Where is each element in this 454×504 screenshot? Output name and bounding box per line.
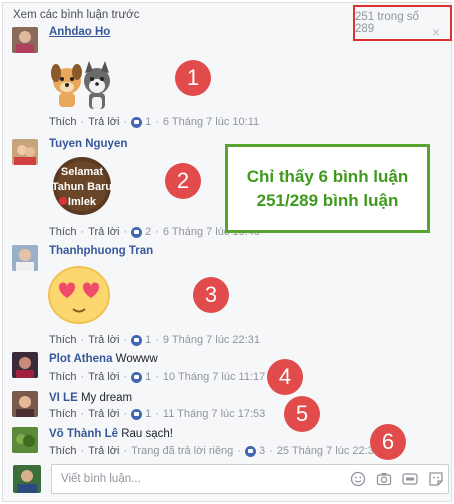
like-count[interactable]: 1	[145, 334, 151, 346]
reply-tools	[350, 471, 444, 487]
comment-input-placeholder: Viết bình luận...	[61, 473, 141, 485]
view-previous-comments-link[interactable]: Xem các bình luận trước	[13, 9, 139, 21]
like-count[interactable]: 1	[145, 116, 151, 128]
avatar[interactable]	[12, 27, 38, 53]
comment-count: 251 trong số 289	[355, 11, 419, 35]
comments-panel: Xem các bình luận trước 251 trong số 289…	[2, 2, 452, 502]
comment-text: Rau sạch!	[121, 428, 173, 440]
commenter-name[interactable]: VI LE	[49, 392, 78, 404]
comment-time[interactable]: 10 Tháng 7 lúc 11:17	[163, 371, 265, 383]
like-icon	[131, 408, 143, 420]
note-line-1: Chỉ thấy 6 bình luận	[246, 166, 409, 186]
comment-time[interactable]: 6 Tháng 7 lúc 10:11	[163, 116, 259, 128]
like-button[interactable]: Thích	[49, 445, 77, 457]
reply-button[interactable]: Trả lời	[88, 116, 119, 128]
reply-button[interactable]: Trả lời	[88, 371, 119, 383]
like-button[interactable]: Thích	[49, 226, 77, 238]
page-replied-privately[interactable]: Trang đã trả lời riêng	[131, 445, 233, 457]
reply-button[interactable]: Trả lời	[88, 334, 119, 346]
marker-1: 1	[175, 60, 211, 96]
gif-icon[interactable]	[402, 471, 418, 487]
commenter-name[interactable]: Tuyen Nguyen	[49, 138, 127, 150]
avatar	[13, 465, 41, 493]
like-icon	[131, 334, 143, 346]
avatar[interactable]	[12, 391, 38, 417]
avatar[interactable]	[12, 427, 38, 453]
like-button[interactable]: Thích	[49, 408, 77, 420]
comment-actions: Thích · Trả lời · Trang đã trả lời riêng…	[49, 445, 380, 457]
comment-actions: Thích · Trả lời · 1 · 10 Tháng 7 lúc 11:…	[49, 371, 266, 383]
like-count[interactable]: 1	[145, 371, 151, 383]
like-button[interactable]: Thích	[49, 371, 77, 383]
commenter-name[interactable]: Thanhphuong Tran	[49, 245, 153, 257]
like-button[interactable]: Thích	[49, 116, 77, 128]
comment-time[interactable]: 11 Tháng 7 lúc 17:53	[163, 408, 265, 420]
like-icon	[131, 226, 143, 238]
reply-button[interactable]: Trả lời	[88, 408, 119, 420]
like-icon	[131, 116, 143, 128]
smiley-icon[interactable]	[350, 471, 366, 487]
comment-line: Võ Thành Lê Rau sạch!	[49, 428, 173, 440]
comment-actions: Thích · Trả lời · 1 · 11 Tháng 7 lúc 17:…	[49, 408, 266, 420]
like-count[interactable]: 1	[145, 408, 151, 420]
commenter-name[interactable]: Plot Athena	[49, 353, 112, 365]
like-count[interactable]: 2	[145, 226, 151, 238]
marker-3: 3	[193, 277, 229, 313]
marker-2: 2	[165, 163, 201, 199]
like-icon	[131, 371, 143, 383]
comment-time[interactable]: 25 Tháng 7 lúc 22:37	[277, 445, 380, 457]
like-count[interactable]: 3	[259, 445, 265, 457]
comment-actions: Thích · Trả lời · 1 · 6 Tháng 7 lúc 10:1…	[49, 116, 260, 128]
dog-cat-sticker	[47, 59, 117, 117]
comment-count-highlight: 251 trong số 289 ×	[353, 5, 452, 41]
commenter-name[interactable]: Anhdao Ho	[49, 26, 110, 38]
commenter-name[interactable]: Võ Thành Lê	[49, 428, 118, 440]
selamat-tahun-baru-imlek-sticker: Selamat Tahun Baru Imlek	[49, 155, 115, 220]
comment-time[interactable]: 9 Tháng 7 lúc 22:31	[163, 334, 260, 346]
marker-6: 6	[370, 424, 406, 460]
avatar[interactable]	[12, 245, 38, 271]
comment-text: My dream	[80, 392, 133, 404]
marker-5: 5	[284, 396, 320, 432]
like-button[interactable]: Thích	[49, 334, 77, 346]
reply-button[interactable]: Trả lời	[88, 226, 119, 238]
like-icon	[244, 445, 256, 457]
annotation-note: Chỉ thấy 6 bình luận 251/289 bình luận	[225, 144, 430, 233]
sticker-text: Selamat	[61, 166, 104, 178]
reply-button[interactable]: Trả lời	[88, 445, 119, 457]
note-line-2: 251/289 bình luận	[256, 190, 399, 210]
sticker-text: Imlek	[68, 196, 97, 208]
comment-line: VI LE My dream	[49, 392, 132, 404]
avatar[interactable]	[12, 352, 38, 378]
reply-bar: Viết bình luận...	[13, 461, 449, 495]
marker-4: 4	[267, 359, 303, 395]
sticker-text: Tahun Baru	[52, 181, 112, 193]
close-icon[interactable]: ×	[432, 25, 440, 39]
sticker-icon[interactable]	[428, 471, 444, 487]
heart-eyes-emoji-sticker	[47, 265, 111, 328]
camera-icon[interactable]	[376, 471, 392, 487]
avatar[interactable]	[12, 139, 38, 165]
comment-input[interactable]: Viết bình luận...	[51, 464, 449, 494]
comment-actions: Thích · Trả lời · 1 · 9 Tháng 7 lúc 22:3…	[49, 334, 260, 346]
comment-text: Wowww	[115, 353, 158, 365]
comment-line: Plot Athena Wowww	[49, 353, 158, 365]
